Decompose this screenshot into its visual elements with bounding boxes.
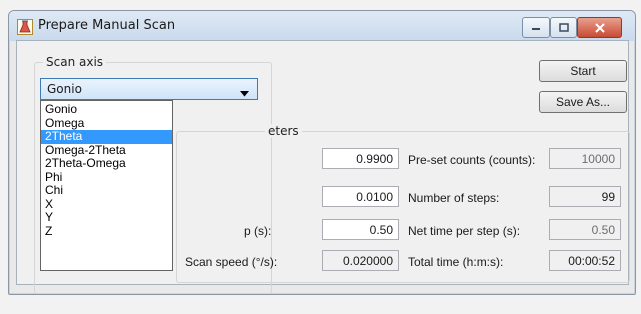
dropdown-option-omega[interactable]: Omega (41, 116, 172, 131)
net-time-field: 0.50 (549, 219, 621, 240)
scan-axis-selected: Gonio (47, 82, 82, 96)
chevron-down-icon[interactable] (240, 86, 249, 100)
minimize-button[interactable] (522, 17, 550, 38)
time-per-step-label: p (s): (244, 224, 272, 238)
scan-axis-combo[interactable]: Gonio (40, 78, 258, 100)
scan-axis-dropdown-list[interactable]: Gonio Omega 2Theta Omega-2Theta 2Theta-O… (40, 100, 173, 271)
minimize-icon (532, 27, 540, 30)
scan-axis-label: Scan axis (43, 55, 107, 69)
title-bar[interactable]: Prepare Manual Scan (9, 11, 635, 41)
number-of-steps-field: 99 (549, 186, 621, 207)
dropdown-option-y[interactable]: Y (41, 210, 172, 225)
scan-speed-label: Scan speed (°/s): (185, 255, 278, 269)
range-field[interactable]: 0.9900 (322, 148, 399, 169)
number-of-steps-label: Number of steps: (408, 191, 500, 205)
step-size-field[interactable]: 0.0100 (322, 186, 399, 207)
time-per-step-field[interactable]: 0.50 (322, 219, 399, 240)
save-as-button[interactable]: Save As... (539, 91, 627, 113)
dropdown-option-gonio[interactable]: Gonio (41, 102, 172, 117)
dropdown-option-2theta[interactable]: 2Theta (41, 129, 172, 144)
total-time-label: Total time (h:m:s): (408, 255, 504, 269)
total-time-field: 00:00:52 (549, 250, 621, 271)
scan-speed-field: 0.020000 (322, 250, 399, 271)
maximize-icon (558, 23, 569, 32)
scan-parameters-label: eters (265, 124, 302, 138)
close-button[interactable] (577, 17, 622, 38)
net-time-label: Net time per step (s): (408, 224, 521, 238)
dropdown-option-x[interactable]: X (41, 197, 172, 212)
window-title: Prepare Manual Scan (38, 18, 176, 33)
dropdown-option-chi[interactable]: Chi (41, 183, 172, 198)
maximize-button[interactable] (550, 17, 577, 38)
dropdown-option-phi[interactable]: Phi (41, 170, 172, 185)
start-button[interactable]: Start (539, 60, 627, 82)
preset-counts-field: 10000 (549, 148, 621, 169)
dropdown-option-z[interactable]: Z (41, 224, 172, 239)
dropdown-option-2theta-omega[interactable]: 2Theta-Omega (41, 156, 172, 171)
preset-counts-label: Pre-set counts (counts): (408, 153, 536, 167)
close-icon (594, 22, 605, 33)
dropdown-option-omega-2theta[interactable]: Omega-2Theta (41, 143, 172, 158)
app-flask-icon (17, 19, 33, 35)
